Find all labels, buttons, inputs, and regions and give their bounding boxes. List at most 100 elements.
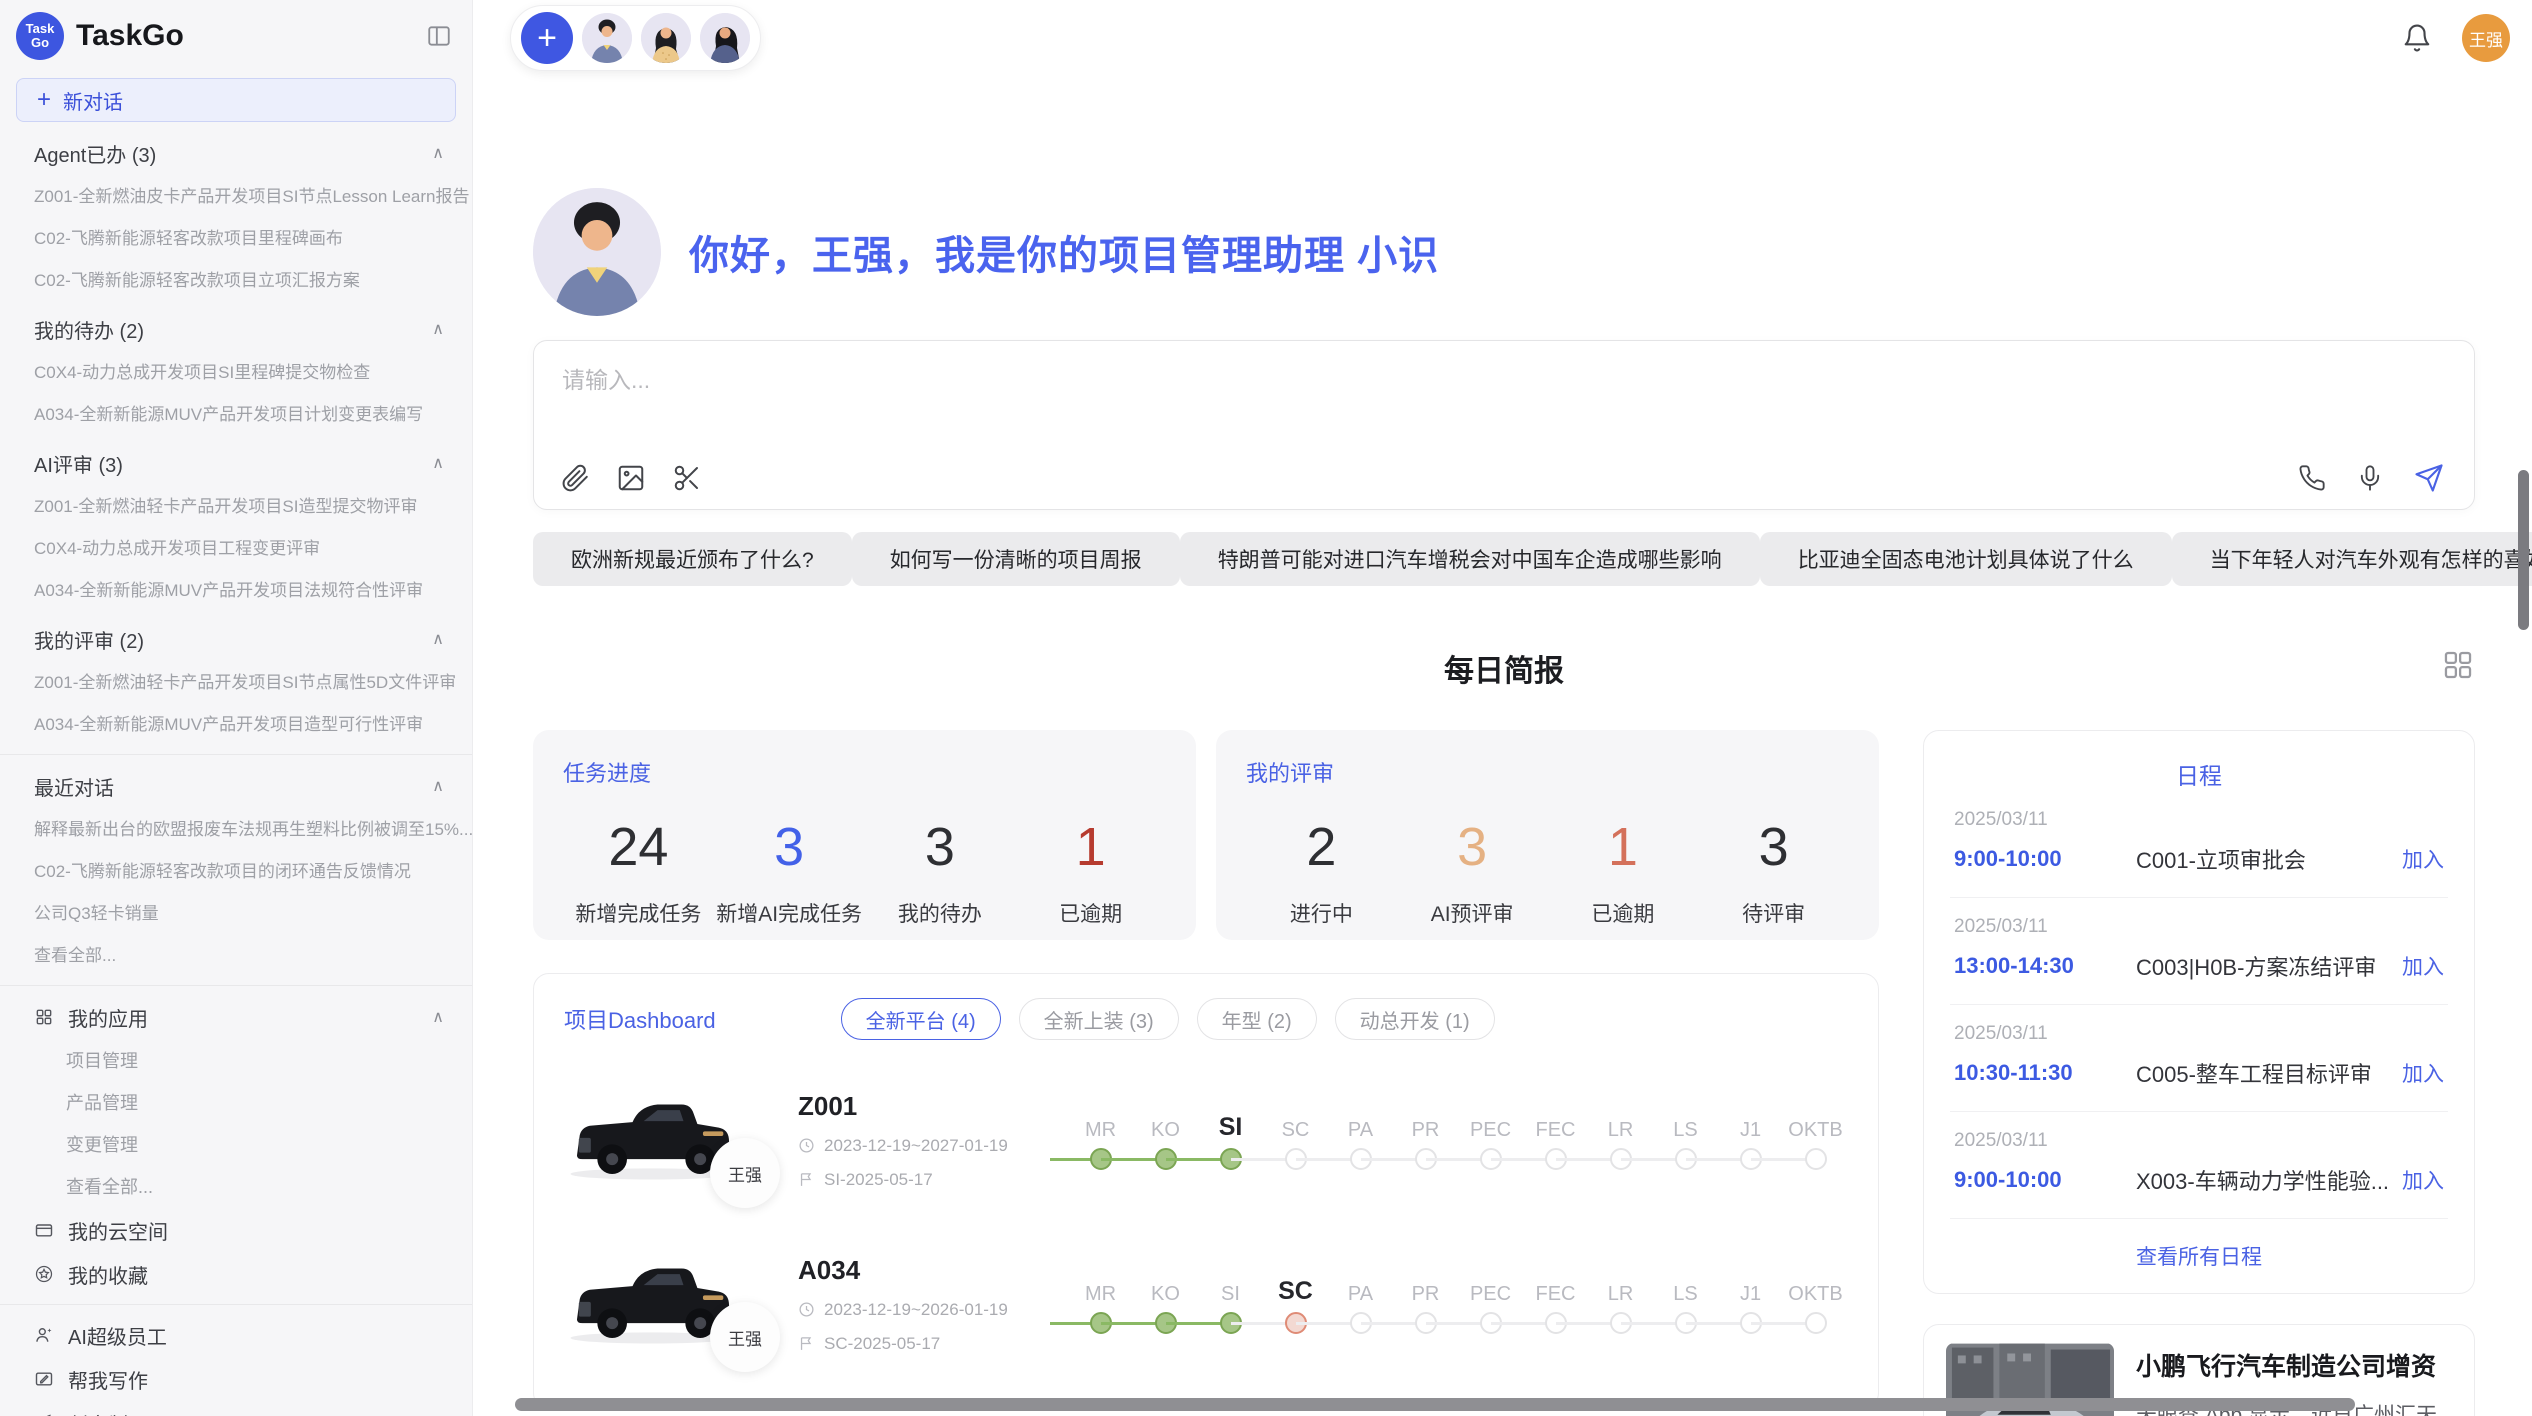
teammate-avatar[interactable] [700,13,750,63]
join-meeting-link[interactable]: 加入 [2402,844,2444,874]
sidebar-app-item[interactable]: 变更管理 [0,1124,472,1166]
schedule-event-date: 2025/03/11 [1954,1023,2444,1045]
milestone-oktb: OKTB [1783,1266,1848,1342]
sidebar-item-my-apps[interactable]: 我的应用∧ [0,994,472,1040]
milestone-si: SI [1198,1102,1263,1178]
milestone-label: MR [1068,1266,1133,1306]
user-avatar[interactable]: 王强 [2462,14,2510,62]
schedule-event-date: 2025/03/11 [1954,809,2444,831]
suggestion-chip[interactable]: 当下年轻人对汽车外观有怎样的喜好趋势 [2172,532,2532,586]
suggestion-chip[interactable]: 欧洲新规最近颁布了什么? [533,532,852,586]
sidebar-link-cloud-space-icon[interactable]: 我的云空间 [0,1208,472,1252]
sidebar-link-favorites-icon[interactable]: 我的收藏 [0,1252,472,1296]
chat-input-box[interactable] [533,340,2475,510]
milestone-label: KO [1133,1102,1198,1142]
milestone-label: OKTB [1783,1266,1848,1306]
ai-staff-icon [34,1325,54,1345]
sidebar-item[interactable]: C0X4-动力总成开发项目工程变更评审 [0,528,472,570]
horizontal-scrollbar[interactable] [515,1398,2355,1411]
microphone-icon[interactable] [2356,464,2384,492]
sidebar-item[interactable]: C02-飞腾新能源轻客改款项目里程碑画布 [0,218,472,260]
chevron-up-icon[interactable]: ∧ [432,1007,444,1027]
briefing-title: 每日简报 [1444,655,1564,688]
teammate-avatar[interactable] [641,13,691,63]
view-all-schedule-link[interactable]: 查看所有日程 [1950,1219,2448,1279]
sidebar-item[interactable]: A034-全新新能源MUV产品开发项目计划变更表编写 [0,394,472,436]
sidebar-app-item[interactable]: 产品管理 [0,1082,472,1124]
suggestion-chip[interactable]: 如何写一份清晰的项目周报 [852,532,1180,586]
notification-bell-icon[interactable] [2402,23,2432,53]
sidebar-item[interactable]: Z001-全新燃油皮卡产品开发项目SI节点Lesson Learn报告 [0,176,472,218]
join-meeting-link[interactable]: 加入 [2402,951,2444,981]
schedule-card: 日程 2025/03/119:00-10:00C001-立项审批会加入2025/… [1923,730,2475,1294]
stat-grid: 24新增完成任务3新增AI完成任务3我的待办1已逾期 [563,816,1166,928]
dashboard-tab[interactable]: 全新上装 (3) [1019,998,1179,1040]
app-logo-text-bottom: Go [31,36,49,50]
phone-icon[interactable] [2298,464,2326,492]
sidebar-app-item[interactable]: 项目管理 [0,1040,472,1082]
project-code[interactable]: A034 [798,1255,1050,1286]
stat-label: 进行中 [1246,898,1397,928]
image-icon[interactable] [616,463,646,493]
attachment-icon[interactable] [560,463,590,493]
project-code[interactable]: Z001 [798,1091,1050,1122]
chevron-up-icon[interactable]: ∧ [432,776,444,796]
milestone-label: LR [1588,1266,1653,1306]
sidebar-section-header: 我的待办 (2) ∧ [0,306,472,352]
scissors-icon[interactable] [672,463,702,493]
project-owner-badge: 王强 [710,1302,780,1372]
suggestion-chip[interactable]: 比亚迪全固态电池计划具体说了什么 [1760,532,2172,586]
sidebar-tool-ai-staff-icon[interactable]: AI超级员工 [0,1313,472,1357]
join-meeting-link[interactable]: 加入 [2402,1058,2444,1088]
stat-value: 1 [1015,816,1166,878]
chevron-up-icon[interactable]: ∧ [432,629,444,649]
recent-conversation-item[interactable]: 查看全部... [0,935,472,977]
sidebar-section-title: 我的待办 (2) [34,315,144,344]
news-title: 小鹏飞行汽车制造公司增资 [2136,1347,2436,1383]
sidebar-tool-writing-icon[interactable]: 帮我写作 [0,1357,472,1401]
sidebar-app-item[interactable]: 查看全部... [0,1166,472,1208]
teammate-avatar[interactable] [582,13,632,63]
sidebar-item[interactable]: Z001-全新燃油轻卡产品开发项目SI造型提交物评审 [0,486,472,528]
briefing-main-column: 任务进度24新增完成任务3新增AI完成任务3我的待办1已逾期我的评审2进行中3A… [533,730,1879,1409]
sidebar-item[interactable]: C0X4-动力总成开发项目SI里程碑提交物检查 [0,352,472,394]
chevron-up-icon[interactable]: ∧ [432,143,444,163]
milestone-ls: LS [1653,1102,1718,1178]
layout-grid-icon[interactable] [2441,648,2475,682]
stat-value: 24 [563,816,714,878]
milestone-dot[interactable] [1805,1148,1827,1170]
dashboard-title: 项目Dashboard [564,1003,716,1035]
dashboard-tabs: 全新平台 (4) 全新上装 (3) 年型 (2) 动总开发 (1) [841,998,1495,1040]
milestone-label: SI [1198,1102,1263,1142]
suggestion-chip[interactable]: 特朗普可能对进口汽车增税会对中国车企造成哪些影响 [1180,532,1760,586]
recent-conversation-item[interactable]: 公司Q3轻卡销量 [0,893,472,935]
dashboard-tab[interactable]: 全新平台 (4) [841,998,1001,1040]
sidebar-item[interactable]: Z001-全新燃油轻卡产品开发项目SI节点属性5D文件评审 [0,662,472,704]
sidebar-tool-drawing-icon[interactable]: 创意制图 [0,1401,472,1416]
recent-conversation-item[interactable]: 解释最新出台的欧盟报废车法规再生塑料比例被调至15%... [0,809,472,851]
recent-conversation-item[interactable]: C02-飞腾新能源轻客改款项目的闭环通告反馈情况 [0,851,472,893]
sidebar-item[interactable]: C02-飞腾新能源轻客改款项目立项汇报方案 [0,260,472,302]
vertical-scrollbar[interactable] [2518,470,2529,630]
sidebar-collapse-icon[interactable] [426,23,452,49]
chevron-up-icon[interactable]: ∧ [432,453,444,473]
join-meeting-link[interactable]: 加入 [2402,1165,2444,1195]
chevron-up-icon[interactable]: ∧ [432,319,444,339]
schedule-event-title: C003|H0B-方案冻结评审 [2136,950,2402,982]
milestone-timeline: MRKOSISCPAPRPECFECLRLSJ1OKTB [1068,1102,1848,1178]
schedule-event-time: 13:00-14:30 [1954,953,2122,979]
send-icon[interactable] [2414,463,2444,493]
dashboard-tab[interactable]: 动总开发 (1) [1335,998,1495,1040]
milestone-dot[interactable] [1805,1312,1827,1334]
add-member-button[interactable]: + [521,12,573,64]
chat-input[interactable] [562,367,1881,394]
milestone-label: OKTB [1783,1102,1848,1142]
sidebar-item[interactable]: A034-全新新能源MUV产品开发项目法规符合性评审 [0,570,472,612]
dashboard-tab[interactable]: 年型 (2) [1197,998,1317,1040]
milestone-dot-row [1783,1142,1848,1178]
sidebar-item[interactable]: A034-全新新能源MUV产品开发项目造型可行性评审 [0,704,472,746]
main-area: + 王强 你好，王强，我是你的项目管理助理 小识 [473,0,2532,1416]
new-chat-button[interactable]: + 新对话 [16,78,456,122]
milestone-label: SI [1198,1266,1263,1306]
project-flag-text: SI-2025-05-17 [824,1170,933,1190]
